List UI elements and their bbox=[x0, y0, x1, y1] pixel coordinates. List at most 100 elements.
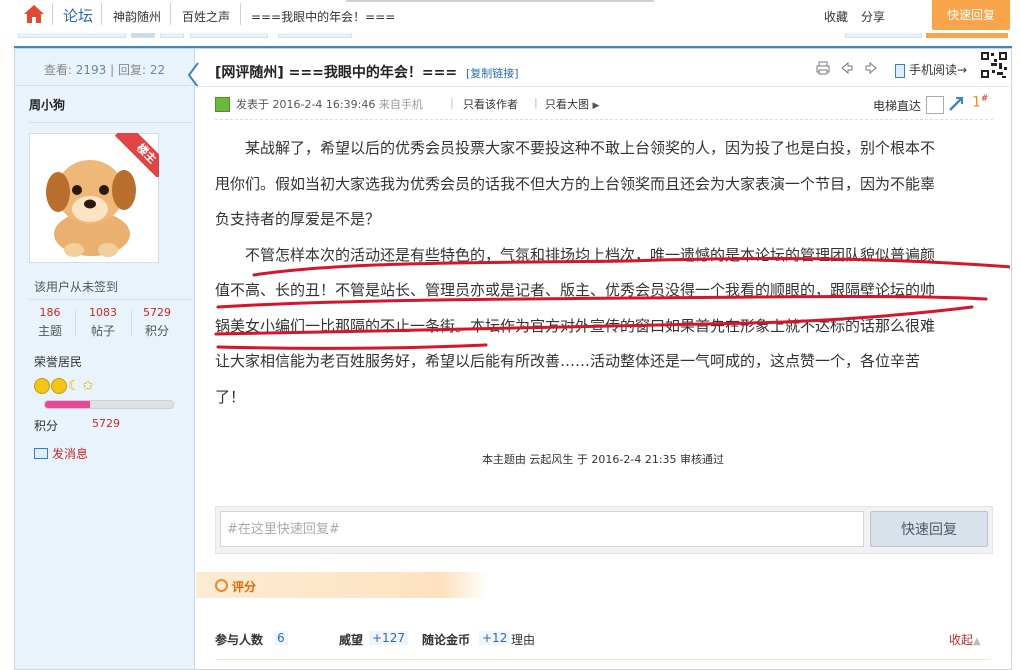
tab-strip bbox=[346, 0, 654, 2]
stat-label: 积分 bbox=[144, 324, 169, 338]
stats-separator: | bbox=[110, 63, 115, 77]
post-text-line: 某战解了，希望以后的优秀会员投票大家不要投这种不敢上台领奖的人，因为投了也是白投… bbox=[245, 139, 936, 157]
post-text-line: 值不高、长的丑！不管是站长、管理员亦或是记者、版主、优秀会员没得一个我看的顺眼的… bbox=[215, 281, 936, 299]
points-label: 积分 bbox=[34, 419, 59, 433]
sun-icon bbox=[34, 378, 50, 394]
divider bbox=[52, 3, 53, 25]
post-main: [网评随州] ===我眼中的年会！=== [复制链接] 手机阅读→ 发表于 20… bbox=[196, 49, 1010, 669]
thread-stats: 查看: 2193 | 回复: 22 bbox=[15, 61, 194, 78]
replies-count: 22 bbox=[149, 63, 166, 77]
collapse-up-icon: ▲ bbox=[973, 636, 981, 647]
sun-icon bbox=[51, 378, 67, 394]
views-label: 查看: bbox=[43, 63, 72, 77]
next-thread-icon[interactable] bbox=[864, 61, 878, 78]
top-nav: 论坛 神韵随州 百姓之声 ===我眼中的年会！=== 收藏 分享 快速回复 bbox=[0, 0, 1020, 38]
stat-points[interactable]: 5729 积分 bbox=[132, 306, 182, 339]
post-content: 某战解了，希望以后的优秀会员投票大家不要投这种不敢上台领奖的人，因为投了也是白投… bbox=[215, 131, 989, 415]
divider bbox=[75, 309, 76, 337]
quick-reply-input[interactable]: #在这里快速回复# bbox=[220, 511, 864, 547]
post-time: 发表于 2016-2-4 16:39:46 来自手机 bbox=[215, 96, 423, 113]
tab-ghost bbox=[278, 33, 352, 38]
phone-icon bbox=[895, 63, 905, 78]
op-badge-label: 楼主 bbox=[115, 133, 159, 177]
divider bbox=[29, 122, 193, 123]
level-progress-bar bbox=[44, 400, 174, 409]
stat-value: 5729 bbox=[143, 306, 171, 319]
post-source: 来自手机 bbox=[378, 98, 423, 111]
level-progress-fill bbox=[45, 401, 90, 408]
copy-link[interactable]: [复制链接] bbox=[466, 67, 519, 80]
views-count: 2193 bbox=[75, 63, 107, 77]
author-sidebar: 查看: 2193 | 回复: 22 周小狗 楼主 该用户从未签到 186 主题 … bbox=[15, 49, 195, 669]
stat-label: 主题 bbox=[37, 324, 62, 338]
qr-code-icon[interactable] bbox=[980, 51, 1008, 79]
rating-title: 评分 bbox=[232, 580, 257, 594]
favorite-link[interactable]: 收藏 bbox=[824, 8, 848, 25]
prestige-label: 威望 bbox=[339, 633, 364, 647]
user-online-icon bbox=[215, 96, 230, 112]
triangle-right-icon: ▶ bbox=[592, 101, 600, 111]
post-paragraph-2: 不管怎样本次的活动还是有些特色的，气氛和排场均上档次，唯一遗憾的是本论坛的管理团… bbox=[215, 238, 989, 416]
stat-value: 1083 bbox=[89, 306, 117, 319]
coins-value: +12 bbox=[479, 631, 511, 645]
divider bbox=[101, 3, 102, 25]
mail-icon bbox=[34, 448, 48, 459]
rating-ring-icon bbox=[215, 579, 228, 592]
post-text-line: 让大家相信能为老百姓服务好，希望以后能有所改善……活动整体还是一气呵成的，这点赞… bbox=[215, 352, 921, 370]
quick-reply-box: #在这里快速回复# 快速回复 bbox=[215, 506, 993, 554]
collapse-rating-link[interactable]: 收起▲ bbox=[949, 631, 981, 648]
rating-summary: 参与人数 6 威望 +127 随论金币 +12 理由 收起▲ bbox=[215, 631, 991, 649]
divider: | bbox=[450, 96, 454, 109]
reason-label: 理由 bbox=[511, 633, 536, 647]
star-icon: ✩ bbox=[82, 378, 94, 394]
tab-ghost bbox=[131, 33, 155, 38]
send-message-link[interactable]: 发消息 bbox=[34, 445, 88, 462]
big-image-label: 只看大图 bbox=[545, 98, 589, 111]
floor-value: 1 bbox=[972, 94, 981, 111]
post-text-line: 不管怎样本次的活动还是有些特色的，气氛和排场均上档次，唯一遗憾的是本论坛的管理团… bbox=[245, 245, 936, 264]
tab-ghost bbox=[926, 33, 1008, 38]
only-author-link[interactable]: 只看该作者 bbox=[463, 96, 518, 112]
post-text-line: 锅美女小编们一比那隔的不止一条街。本坛作为官方对外宣传的窗口如果首先在形象上就不… bbox=[215, 316, 936, 335]
tab-ghost bbox=[18, 33, 126, 38]
divider bbox=[215, 659, 991, 660]
participants-count: 6 bbox=[274, 631, 288, 645]
mobile-read-label: 手机阅读→ bbox=[909, 63, 968, 77]
op-badge: 楼主 bbox=[115, 133, 159, 177]
divider bbox=[15, 85, 194, 86]
divider bbox=[29, 299, 193, 300]
share-link[interactable]: 分享 bbox=[861, 8, 885, 25]
post-text-line: 负支持者的厚爱是不是？ bbox=[215, 210, 381, 228]
thread-title-text: ===我眼中的年会！=== bbox=[288, 65, 458, 81]
breadcrumb-board[interactable]: 神韵随州 bbox=[113, 8, 161, 25]
breadcrumb-forum[interactable]: 论坛 bbox=[63, 5, 93, 26]
stat-posts[interactable]: 1083 帖子 bbox=[78, 306, 128, 339]
prestige-value: +127 bbox=[369, 631, 408, 645]
divider bbox=[215, 119, 993, 121]
tab-ghost bbox=[845, 33, 922, 38]
moon-icon: ☾ bbox=[68, 378, 81, 394]
post-text-line: 甩你们。假如当初大家选我为优秀会员的话我不但大方的上台领奖而且还会为大家表演一个… bbox=[215, 174, 936, 193]
participants-label: 参与人数 bbox=[215, 633, 264, 647]
quick-reply-top-button[interactable]: 快速回复 bbox=[932, 0, 1010, 30]
print-icon[interactable] bbox=[816, 61, 830, 78]
home-icon[interactable] bbox=[22, 2, 46, 26]
posted-time-value: 2016-2-4 16:39:46 bbox=[272, 98, 376, 111]
prev-thread-icon[interactable] bbox=[840, 61, 854, 78]
post-text-line: 了！ bbox=[215, 387, 246, 406]
breadcrumb-subboard[interactable]: 百姓之声 bbox=[182, 8, 230, 25]
breadcrumb-current: ===我眼中的年会！=== bbox=[251, 10, 396, 24]
review-note: 本主题由 云起风生 于 2016-2-4 21:35 审核通过 bbox=[481, 453, 725, 466]
quick-reply-button[interactable]: 快速回复 bbox=[870, 511, 988, 547]
stat-topics[interactable]: 186 主题 bbox=[25, 306, 75, 339]
tab-ghost bbox=[160, 33, 184, 38]
elevator-input[interactable] bbox=[926, 96, 944, 114]
floor-sign: # bbox=[980, 94, 989, 104]
thread-title-bar: [网评随州] ===我眼中的年会！=== [复制链接] 手机阅读→ bbox=[196, 49, 1010, 87]
author-name[interactable]: 周小狗 bbox=[29, 96, 65, 113]
mobile-read-link[interactable]: 手机阅读→ bbox=[895, 61, 967, 78]
go-floor-icon[interactable] bbox=[948, 96, 964, 112]
big-image-link[interactable]: 只看大图 ▶ bbox=[545, 96, 599, 112]
divider bbox=[170, 3, 171, 25]
divider: | bbox=[534, 96, 538, 109]
